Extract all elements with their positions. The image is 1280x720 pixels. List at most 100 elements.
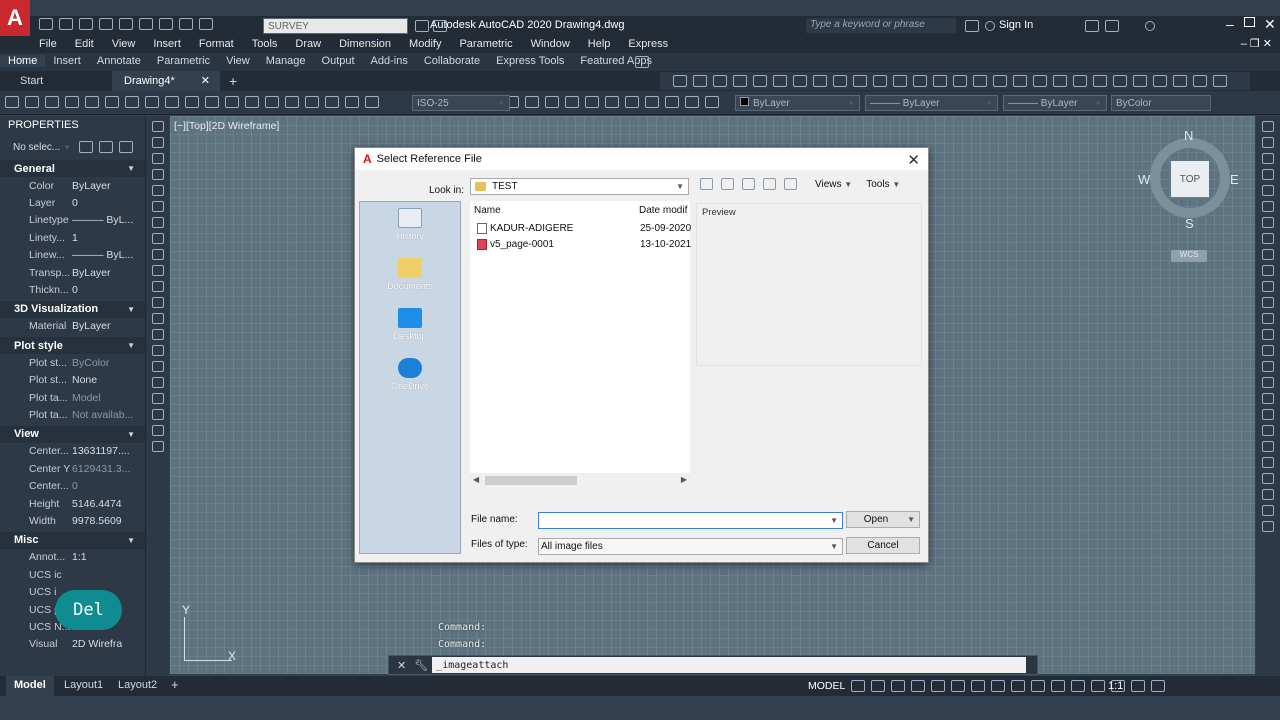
tab-insert[interactable]: Insert [45,55,89,67]
menu-window[interactable]: Window [522,38,579,50]
search-web-icon[interactable] [742,178,755,190]
scroll-left-icon[interactable]: ◀ [473,475,479,484]
section-general[interactable]: General ▼ [0,160,145,177]
menu-tools[interactable]: Tools [243,38,287,50]
modify-command-icon[interactable] [1262,329,1274,340]
tab-start[interactable]: Start [0,71,112,91]
property-row[interactable]: Center Y 6129431.3... [0,460,145,477]
tab-parametric[interactable]: Parametric [149,55,218,67]
compass-w[interactable]: W [1138,172,1150,187]
web-save-icon[interactable] [139,18,153,30]
pickadd-icon[interactable] [119,141,133,153]
draw-command-icon[interactable] [151,265,164,276]
customize-command-icon[interactable]: 🔧︎ [414,659,428,672]
draw-tool-icon[interactable] [245,96,259,108]
minimize-button[interactable]: – [1226,16,1234,32]
quick-tool-icon[interactable] [1213,75,1227,87]
layout-tab-model[interactable]: Model [6,676,54,696]
select-objects-icon[interactable] [99,141,113,153]
modify-command-icon[interactable] [1262,137,1274,148]
modify-command-icon[interactable] [1262,377,1274,388]
layer-tool-icon[interactable] [525,96,539,108]
status-tool-icon[interactable] [911,680,925,692]
help-icon[interactable] [1145,21,1155,31]
quick-select-icon[interactable] [79,141,93,153]
collapse-icon[interactable]: ▼ [127,305,135,314]
open-icon[interactable] [59,18,73,30]
quick-tool-icon[interactable] [893,75,907,87]
draw-command-icon[interactable] [151,137,164,148]
open-button[interactable]: Open ▼ [846,511,920,528]
compass-s[interactable]: S [1185,216,1194,231]
property-row[interactable]: Plot st... None [0,372,145,389]
tools-menu[interactable]: Tools ▼ [866,179,900,190]
draw-tool-icon[interactable] [265,96,279,108]
modify-command-icon[interactable] [1262,121,1274,132]
status-tool-icon[interactable] [1011,680,1025,692]
menu-modify[interactable]: Modify [400,38,450,50]
layer-tool-icon[interactable] [705,96,719,108]
draw-tool-icon[interactable] [325,96,339,108]
draw-tool-icon[interactable] [185,96,199,108]
draw-command-icon[interactable] [151,281,164,292]
draw-command-icon[interactable] [151,169,164,180]
lineweight-combo[interactable]: ——— ByLayer ▼ [1003,95,1107,111]
quick-tool-icon[interactable] [693,75,707,87]
menu-format[interactable]: Format [190,38,243,50]
save-icon[interactable] [79,18,93,30]
look-in-combo[interactable]: TEST ▼ [470,178,689,195]
draw-command-icon[interactable] [151,409,164,420]
draw-tool-icon[interactable] [65,96,79,108]
layer-tool-icon[interactable] [605,96,619,108]
draw-command-icon[interactable] [151,201,164,212]
property-row[interactable]: Linew... ——— ByL... [0,247,145,264]
modify-command-icon[interactable] [1262,521,1274,532]
property-row[interactable]: Material ByLayer [0,318,145,335]
user-icon[interactable] [985,21,995,31]
views-menu[interactable]: Views ▼ [815,179,852,190]
ribbon-toggle-icon[interactable] [635,56,649,68]
menu-help[interactable]: Help [579,38,620,50]
draw-command-icon[interactable] [151,329,164,340]
layer-tool-icon[interactable] [685,96,699,108]
modify-command-icon[interactable] [1262,169,1274,180]
draw-command-icon[interactable] [151,233,164,244]
connect-icon[interactable] [1105,20,1119,32]
draw-command-icon[interactable] [151,185,164,196]
maximize-button[interactable] [1244,17,1255,27]
status-tool-icon[interactable] [871,680,885,692]
selection-combo[interactable]: No selec... ▼ [8,139,76,155]
modify-command-icon[interactable] [1262,233,1274,244]
menu-express[interactable]: Express [619,38,677,50]
modify-command-icon[interactable] [1262,457,1274,468]
tab-manage[interactable]: Manage [258,55,314,67]
modify-command-icon[interactable] [1262,505,1274,516]
horizontal-scrollbar[interactable]: ◀ ▶ [470,473,690,488]
compass-n[interactable]: N [1184,128,1193,143]
section-misc[interactable]: Misc ▼ [0,531,145,549]
tab-collaborate[interactable]: Collaborate [416,55,488,67]
draw-command-icon[interactable] [151,249,164,260]
modify-command-icon[interactable] [1262,393,1274,404]
cancel-button[interactable]: Cancel [846,537,920,554]
status-tool-icon[interactable] [1151,680,1165,692]
web-open-icon[interactable] [119,18,133,30]
quick-tool-icon[interactable] [1013,75,1027,87]
modify-command-icon[interactable] [1262,345,1274,356]
tab-add-ins[interactable]: Add-ins [363,55,416,67]
quick-tool-icon[interactable] [973,75,987,87]
tab-drawing4[interactable]: Drawing4* ✕ [112,71,220,91]
open-dropdown-icon[interactable]: ▼ [907,515,915,524]
draw-tool-icon[interactable] [305,96,319,108]
modify-command-icon[interactable] [1262,409,1274,420]
layer-tool-icon[interactable] [545,96,559,108]
layout-tab-layout2[interactable]: Layout2 [118,679,157,691]
viewcube-top-face[interactable]: TOP [1171,161,1209,197]
new-icon[interactable] [39,18,53,30]
layer-tool-icon[interactable] [645,96,659,108]
layout-tab-layout1[interactable]: Layout1 [64,679,103,691]
quick-tool-icon[interactable] [993,75,1007,87]
cart-icon[interactable] [1085,20,1099,32]
property-row[interactable]: Center... 13631197.... [0,443,145,460]
status-tool-icon[interactable] [931,680,945,692]
